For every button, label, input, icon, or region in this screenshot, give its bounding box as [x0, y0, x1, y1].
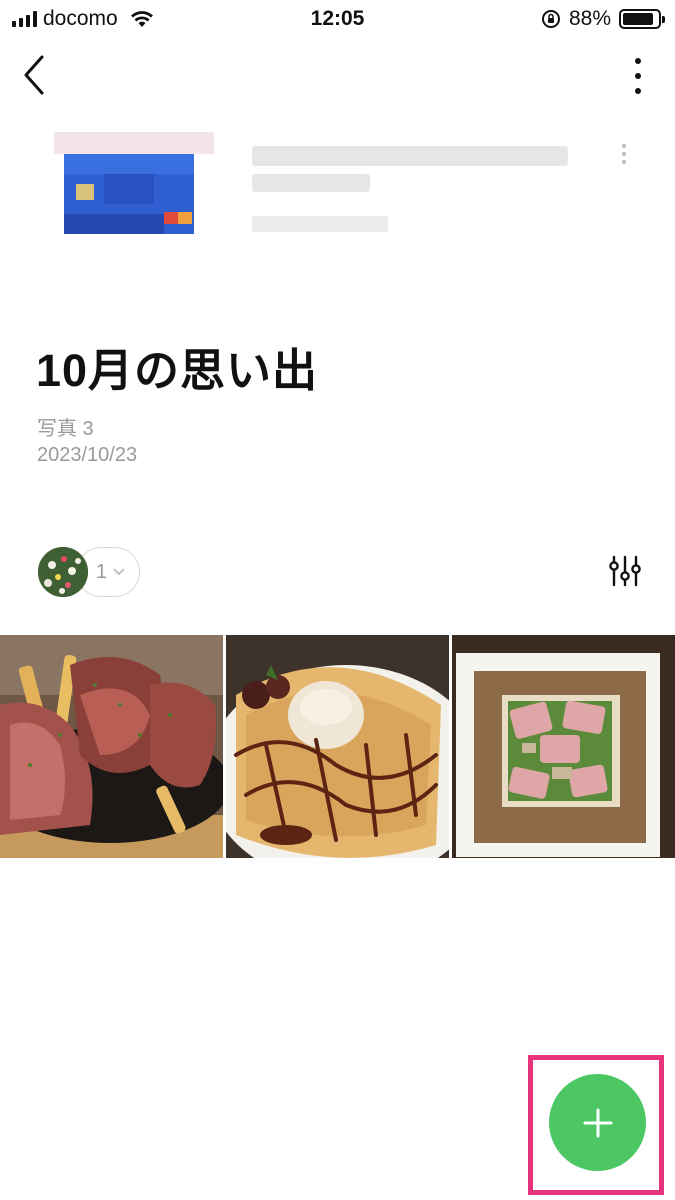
crepe-photo	[226, 635, 449, 858]
photo-count: 写真 3	[37, 418, 94, 440]
more-vertical-icon	[622, 144, 626, 148]
status-bar-right: 88%	[541, 7, 665, 31]
back-button[interactable]	[14, 52, 54, 98]
chat-meta-redacted	[252, 216, 388, 232]
add-photo-button[interactable]	[549, 1074, 646, 1171]
avatar[interactable]	[38, 547, 88, 597]
chat-thumbnail-redacted	[54, 132, 214, 236]
sliders-icon	[609, 555, 641, 587]
photo-thumbnail[interactable]	[452, 635, 675, 858]
plus-icon	[583, 1108, 612, 1137]
more-vertical-icon	[635, 58, 641, 64]
chevron-down-icon	[113, 568, 125, 576]
status-bar: docomo 12:05 88%	[0, 0, 675, 38]
photo-thumbnail[interactable]	[226, 635, 449, 858]
card-more-button[interactable]	[620, 144, 628, 164]
member-count: 1	[95, 560, 107, 583]
galette-photo	[452, 635, 675, 858]
album-date: 2023/10/23	[37, 444, 138, 466]
sort-filter-button[interactable]	[608, 554, 642, 588]
orientation-lock-icon	[541, 10, 560, 28]
battery-percent: 88%	[568, 7, 611, 30]
album-title: 10月の思い出	[36, 345, 319, 396]
battery-icon	[619, 9, 665, 29]
chat-name-redacted	[252, 146, 568, 166]
steak-photo	[0, 635, 223, 858]
more-options-button[interactable]	[623, 54, 653, 98]
chat-name-redacted-2	[252, 174, 370, 192]
photo-thumbnail[interactable]	[0, 635, 223, 858]
chevron-left-icon	[24, 55, 44, 95]
